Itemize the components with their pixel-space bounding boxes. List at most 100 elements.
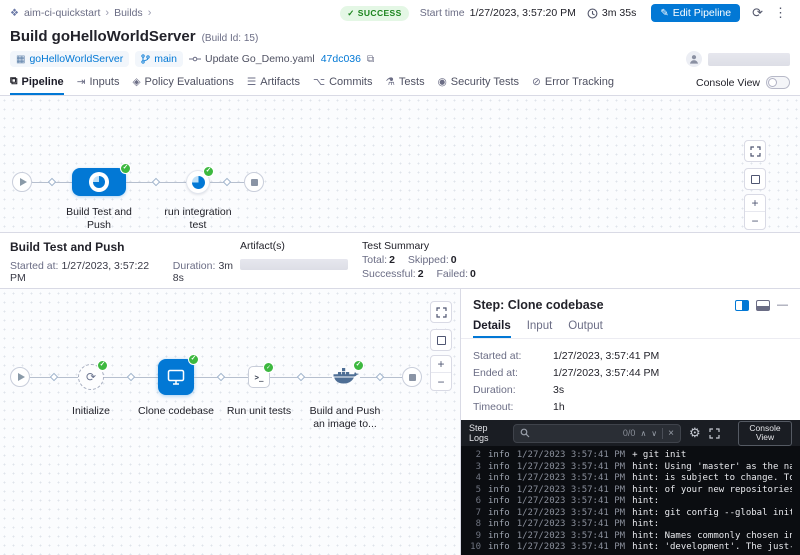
sync-icon: ⟳ [86,370,96,384]
step-details-pane: Step: Clone codebase — Details Input Out… [461,289,800,420]
status-badge-label: SUCCESS [358,8,402,18]
repo-chip[interactable]: ▦ goHelloWorldServer [10,51,129,67]
commit-sha-link[interactable]: 47dc036 [321,53,361,65]
tab-label: Security Tests [451,76,519,88]
canvas-fullscreen-button[interactable] [430,301,452,323]
stage-end-node[interactable] [402,367,422,387]
canvas-fit-view-button[interactable] [744,168,766,190]
fit-view-icon [437,336,446,345]
log-lines[interactable]: 2info1/27/2023 3:57:41 PM+ git init 3inf… [461,446,800,555]
add-stage-node[interactable] [152,178,160,186]
console-view-toggle[interactable] [766,76,790,89]
canvas-zoom-controls: + − [430,355,452,391]
tab-security-tests[interactable]: ◉ Security Tests [438,70,519,95]
stage-graph-canvas[interactable]: ✓ Build Test and Push ✓ run integration … [0,96,800,232]
tab-label: Artifacts [260,76,300,88]
search-close-icon[interactable]: × [668,428,674,439]
console-view-control: Console View [696,70,790,95]
step-node-run-unit-tests[interactable]: >_ ✓ [248,366,270,388]
step-label[interactable]: Initialize [56,405,126,418]
app: ❖ aim-ci-quickstart › Builds › ✓ SUCCESS… [0,0,800,555]
stage-label[interactable]: Build Test and Push [53,206,145,231]
success-check-icon: ✓ [353,360,364,371]
search-next-icon[interactable]: ∨ [651,429,657,438]
tab-pipeline[interactable]: ⧉ Pipeline [10,70,64,95]
zoom-in-button[interactable]: + [431,356,451,373]
git-branch-icon [141,54,150,64]
log-line: 7info1/27/2023 3:57:41 PMhint: git confi… [469,508,792,520]
step-node-initialize[interactable]: ⟳ ✓ [78,364,104,390]
add-stage-node[interactable] [223,178,231,186]
step-label[interactable]: Run unit tests [222,405,296,418]
tab-output[interactable]: Output [568,315,603,338]
more-menu-icon[interactable]: ⋮ [771,5,790,21]
tab-tests[interactable]: ⚗ Tests [385,70,424,95]
add-step-node[interactable] [217,373,225,381]
success-check-icon: ✓ [188,354,199,365]
copy-icon[interactable]: ⧉ [367,54,374,65]
tab-policy-evaluations[interactable]: ◈ Policy Evaluations [132,70,233,95]
search-prev-icon[interactable]: ∧ [640,429,646,438]
refresh-icon[interactable]: ⟳ [749,5,766,21]
step-node-clone-codebase[interactable]: ✓ [158,359,194,395]
zoom-in-button[interactable]: + [745,195,765,212]
stage-node-build-test-and-push[interactable]: ✓ [72,168,126,196]
minimize-view-icon[interactable]: — [777,300,788,311]
tab-artifacts[interactable]: ☰ Artifacts [247,70,300,95]
tab-inputs[interactable]: ⇥ Inputs [77,70,120,95]
log-expand-icon[interactable] [709,428,720,439]
add-step-node[interactable] [50,373,58,381]
log-line: 4info1/27/2023 3:57:41 PMhint: is subjec… [469,473,792,485]
bottom-view-icon[interactable] [756,300,770,311]
console-view-button[interactable]: Console View [738,421,792,446]
split-view-icon[interactable] [735,300,749,311]
stage-node-run-integration-test[interactable]: ✓ [186,170,210,194]
canvas-fit-view-button[interactable] [430,329,452,351]
zoom-out-button[interactable]: − [745,212,765,229]
breadcrumb-builds[interactable]: Builds [114,7,143,19]
artifacts-tab-icon: ☰ [247,76,256,88]
tab-input[interactable]: Input [527,315,553,338]
project-icon: ❖ [10,8,19,19]
start-time-value: 1/27/2023, 3:57:20 PM [470,7,576,19]
stage-start-node[interactable] [10,367,30,387]
canvas-zoom-controls: + − [744,194,766,230]
tab-commits[interactable]: ⌥ Commits [313,70,373,95]
add-step-node[interactable] [376,373,384,381]
add-stage-node[interactable] [48,178,56,186]
tab-details[interactable]: Details [473,315,511,338]
pipeline-end-node[interactable] [244,172,264,192]
stage-summary-main: Build Test and Push Started at: 1/27/202… [10,240,240,281]
step-graph-canvas[interactable]: ⟳ ✓ Initialize ✓ Clone codebase >_ ✓ Run… [0,289,460,555]
tab-error-tracking[interactable]: ⊘ Error Tracking [532,70,614,95]
success-check-icon: ✓ [263,362,274,373]
step-details-panel: Step: Clone codebase — Details Input Out… [460,289,800,555]
detail-row: Timeout:1h [473,398,788,415]
step-label[interactable]: Clone codebase [134,405,218,418]
panel-view-controls: — [735,300,788,311]
edit-pipeline-button[interactable]: ✎ Edit Pipeline [651,4,740,22]
branch-chip[interactable]: main [135,51,183,67]
status-badge: ✓ SUCCESS [340,6,408,21]
pipeline-start-node[interactable] [12,172,32,192]
policy-tab-icon: ◈ [132,76,140,88]
test-summary-line-2: Successful:2 Failed:0 [362,268,790,280]
add-step-node[interactable] [127,373,135,381]
stage-label[interactable]: run integration test [158,206,238,231]
edit-pipeline-label: Edit Pipeline [673,7,731,19]
fullscreen-icon [750,146,761,157]
canvas-fullscreen-button[interactable] [744,140,766,162]
zoom-out-button[interactable]: − [431,373,451,390]
log-search-box: 0/0 ∧ ∨ × [513,424,681,443]
console-header: Step Logs 0/0 ∧ ∨ × ⚙ Console View [461,420,800,446]
add-step-node[interactable] [297,373,305,381]
commit-message[interactable]: Update Go_Demo.yaml [189,53,315,65]
title-row: Build goHelloWorldServer (Build Id: 15) [0,26,800,48]
success-check-icon: ✓ [120,163,131,174]
log-search-input[interactable] [535,428,618,439]
breadcrumb-project[interactable]: aim-ci-quickstart [24,7,100,19]
step-label[interactable]: Build and Push an image to... [303,405,387,430]
step-details-header: Step: Clone codebase — [461,289,800,315]
log-settings-gear-icon[interactable]: ⚙ [689,425,701,441]
step-node-build-and-push[interactable]: ✓ [332,365,359,387]
